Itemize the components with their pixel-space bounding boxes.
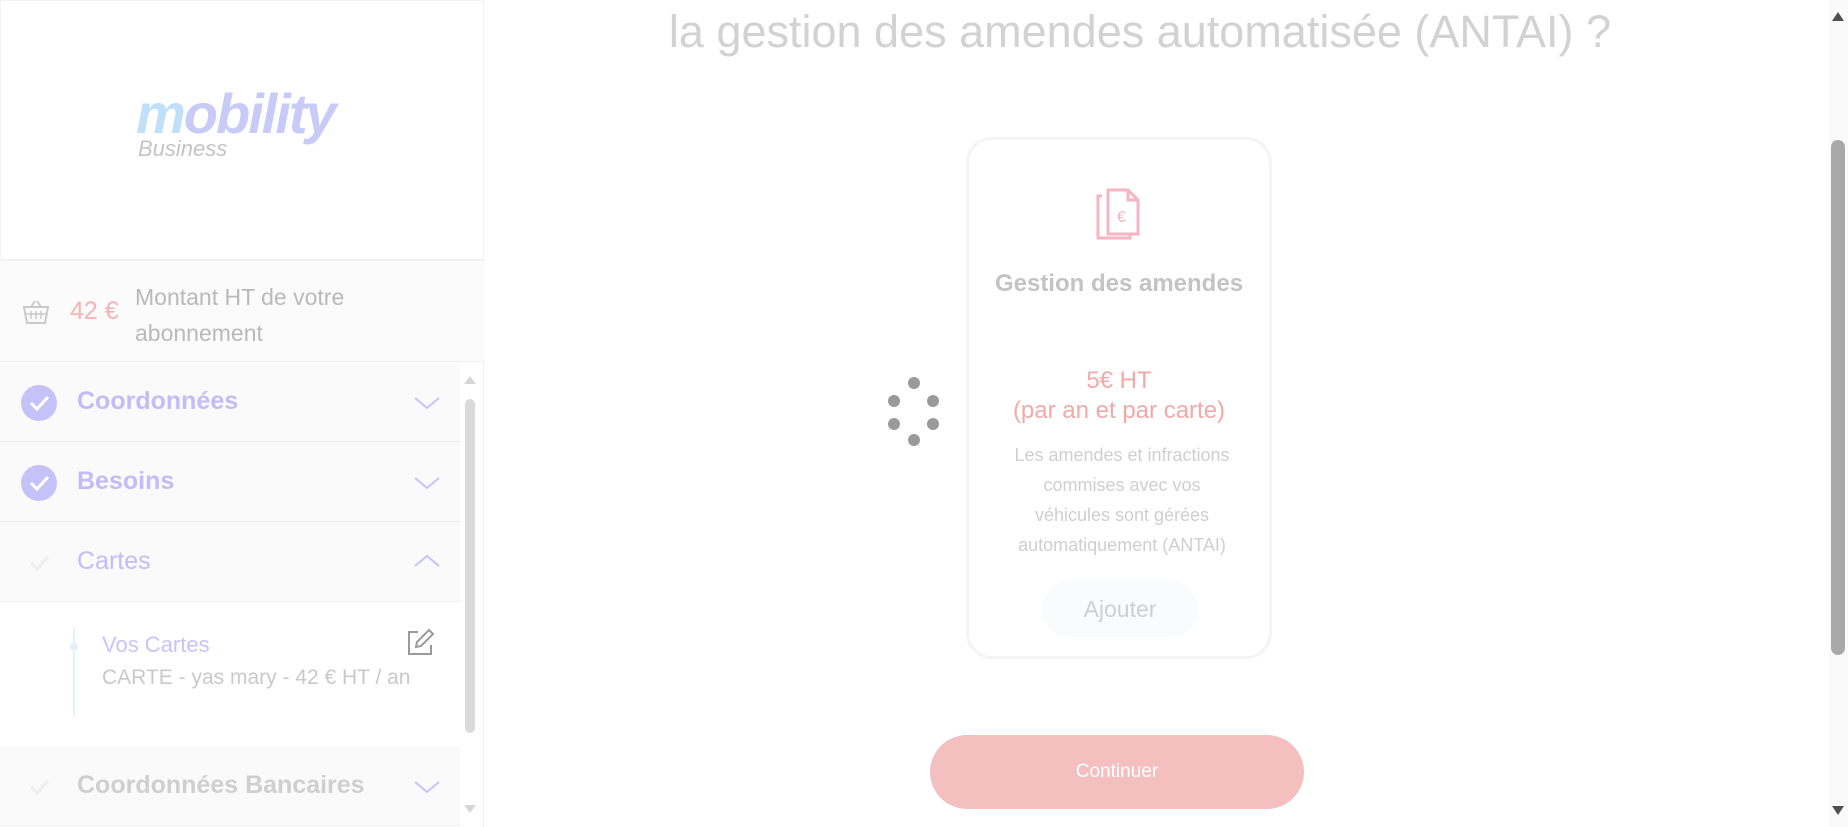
cards-title: Vos Cartes [102,632,210,657]
euro-document-icon: € [1096,188,1140,240]
check-icon [21,769,57,805]
cards-subsection: Vos Cartes CARTE - yas mary - 42 € HT / … [0,602,460,747]
loading-spinner-icon [885,376,943,446]
step-label: Coordonnées [77,387,239,415]
scroll-down-arrow[interactable] [1832,806,1844,815]
subscription-label: Montant HT de votre abonnement [135,284,345,346]
scroll-thumb[interactable] [465,399,475,733]
chevron-down-icon[interactable] [413,390,441,414]
chevron-up-icon[interactable] [413,550,441,574]
step-label: Coordonnées Bancaires [77,771,365,799]
subscription-total: 42 € Montant HT de votre abonnement [0,260,484,362]
add-button[interactable]: Ajouter [1042,581,1198,637]
logo-area: mobility Business [0,0,484,260]
option-title: Gestion des amendes [994,270,1244,297]
option-price: 5€ HT (par an et par carte) [1012,367,1226,424]
basket-icon [22,300,50,324]
sidebar: mobility Business 42 € Montant HT de vot… [0,0,484,827]
subscription-amount: 42 € [70,297,119,325]
svg-text:€: € [1117,209,1126,226]
card-item: CARTE - yas mary - 42 € HT / an [102,666,411,689]
continue-button[interactable]: Continuer [930,735,1304,809]
scroll-up-arrow[interactable] [1832,12,1844,21]
step-label: Besoins [77,467,175,495]
step-coordonnees[interactable]: Coordonnées [0,362,460,442]
mobility-business-logo: mobility Business [136,82,337,162]
option-card: € Gestion des amendes 5€ HT (par an et p… [966,137,1272,659]
check-icon [21,545,57,581]
steps-list: Coordonnées Besoins Cartes Vos Cartes CA… [0,362,460,827]
option-description: Les amendes et infractions commises avec… [1014,445,1230,555]
scroll-down-arrow[interactable] [464,805,476,813]
check-icon [21,465,57,501]
sidebar-scrollbar[interactable] [462,372,478,817]
page-scrollbar[interactable] [1829,0,1848,827]
step-besoins[interactable]: Besoins [0,442,460,522]
edit-icon[interactable] [405,628,435,658]
page-heading: la gestion des amendes automatisée (ANTA… [668,6,1612,57]
step-coordonnees-bancaires[interactable]: Coordonnées Bancaires [0,746,460,826]
step-label: Cartes [77,547,151,575]
check-icon [21,385,57,421]
chevron-down-icon[interactable] [413,470,441,494]
main-content: la gestion des amendes automatisée (ANTA… [485,0,1830,827]
step-cartes[interactable]: Cartes [0,522,460,602]
scroll-thumb[interactable] [1831,140,1845,655]
scroll-up-arrow[interactable] [464,376,476,384]
chevron-down-icon[interactable] [413,774,441,798]
